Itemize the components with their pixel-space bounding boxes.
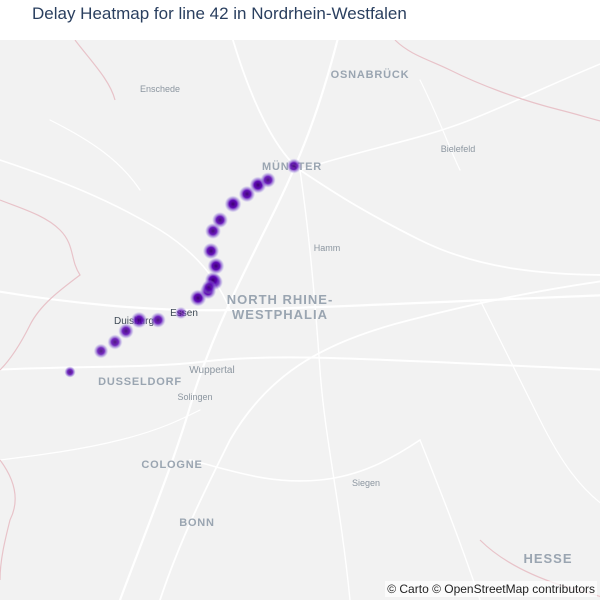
- heat-point: [286, 158, 302, 174]
- heat-point: [201, 279, 217, 295]
- heat-point: [260, 172, 276, 188]
- map-attribution[interactable]: © Carto © OpenStreetMap contributors: [385, 581, 597, 597]
- map-label: Hamm: [314, 243, 341, 253]
- heat-point: [174, 306, 188, 320]
- heat-point: [202, 242, 220, 260]
- map-label: Enschede: [140, 84, 180, 94]
- map-label: Wuppertal: [189, 365, 234, 376]
- map-label: Bielefeld: [441, 144, 476, 154]
- map-label: HESSE: [523, 551, 572, 566]
- heat-point: [107, 334, 123, 350]
- heat-point: [93, 343, 109, 359]
- heat-point: [211, 211, 229, 229]
- heat-point: [207, 257, 225, 275]
- map-label: WESTPHALIA: [232, 307, 328, 322]
- map-label: NORTH RHINE-: [227, 292, 334, 307]
- map-label: DUSSELDORF: [98, 376, 182, 388]
- map-label: BONN: [179, 517, 215, 529]
- heat-point: [224, 195, 242, 213]
- heat-point: [118, 323, 134, 339]
- map-label: COLOGNE: [141, 459, 202, 471]
- chart-title: Delay Heatmap for line 42 in Nordrhein-W…: [32, 4, 407, 23]
- map-canvas[interactable]: OSNABRÜCK Enschede Bielefeld MÜNSTER Ham…: [0, 40, 600, 600]
- heat-point: [130, 311, 148, 329]
- map-label: Siegen: [352, 478, 380, 488]
- heat-point: [64, 366, 76, 378]
- map-label: Solingen: [177, 392, 212, 402]
- map-label: OSNABRÜCK: [331, 68, 410, 81]
- heat-point: [150, 312, 166, 328]
